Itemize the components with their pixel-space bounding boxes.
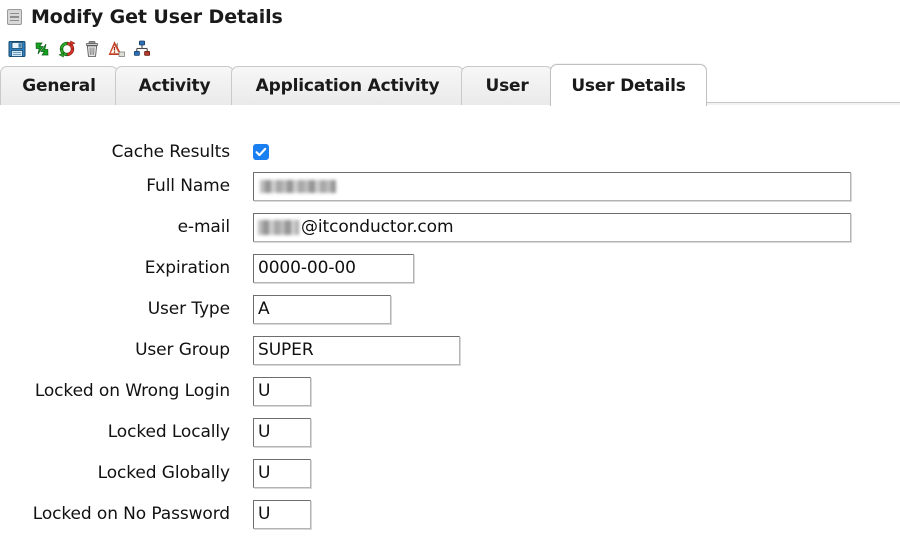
cache-results-checkbox[interactable]: [253, 144, 269, 160]
redacted-full-name-value: [260, 179, 336, 193]
tab-bar: General Activity Application Activity Us…: [0, 64, 900, 106]
tab-label: General: [22, 76, 96, 96]
delete-button[interactable]: [83, 40, 101, 58]
full-name-field[interactable]: [253, 171, 851, 201]
refresh-button[interactable]: [33, 40, 51, 58]
page-title: Modify Get User Details: [31, 6, 283, 28]
tab-label: User: [485, 76, 529, 96]
email-label: e-mail: [177, 217, 231, 237]
tab-user[interactable]: User: [461, 66, 553, 105]
tab-label: User Details: [571, 75, 686, 96]
locked-on-wrong-login-field[interactable]: U: [253, 376, 311, 406]
hierarchy-button[interactable]: [133, 40, 151, 58]
user-group-label: User Group: [135, 340, 230, 360]
user-type-field[interactable]: A: [253, 294, 391, 324]
save-button[interactable]: [8, 40, 26, 58]
email-field[interactable]: @itconductor.com: [253, 212, 851, 242]
tab-label: Application Activity: [255, 76, 440, 96]
locked-on-no-password-field[interactable]: U: [253, 499, 311, 529]
email-domain-value: @itconductor.com: [301, 217, 454, 237]
locked-locally-field[interactable]: U: [253, 417, 311, 447]
alert-button[interactable]: [108, 40, 126, 58]
reload-button[interactable]: [58, 40, 76, 58]
tab-label: Activity: [138, 76, 211, 96]
redacted-email-user-value: [258, 219, 299, 235]
cache-results-label: Cache Results: [111, 142, 230, 162]
full-name-label: Full Name: [146, 176, 230, 196]
locked-on-no-password-label: Locked on No Password: [32, 504, 230, 524]
locked-globally-label: Locked Globally: [97, 463, 230, 483]
tab-activity[interactable]: Activity: [115, 66, 234, 105]
locked-globally-field[interactable]: U: [253, 458, 311, 488]
toolbar: [8, 39, 151, 59]
locked-on-wrong-login-label: Locked on Wrong Login: [34, 381, 230, 401]
user-type-label: User Type: [147, 299, 230, 319]
tab-application-activity[interactable]: Application Activity: [231, 66, 464, 105]
user-group-field[interactable]: SUPER: [253, 335, 460, 365]
window-titlebar: Modify Get User Details: [0, 0, 900, 34]
expiration-label: Expiration: [144, 258, 230, 278]
expiration-field[interactable]: 0000-00-00: [253, 253, 414, 283]
locked-locally-label: Locked Locally: [107, 422, 230, 442]
form-list-icon: [7, 9, 22, 25]
tab-user-details[interactable]: User Details: [550, 64, 707, 106]
tab-general[interactable]: General: [0, 66, 118, 105]
